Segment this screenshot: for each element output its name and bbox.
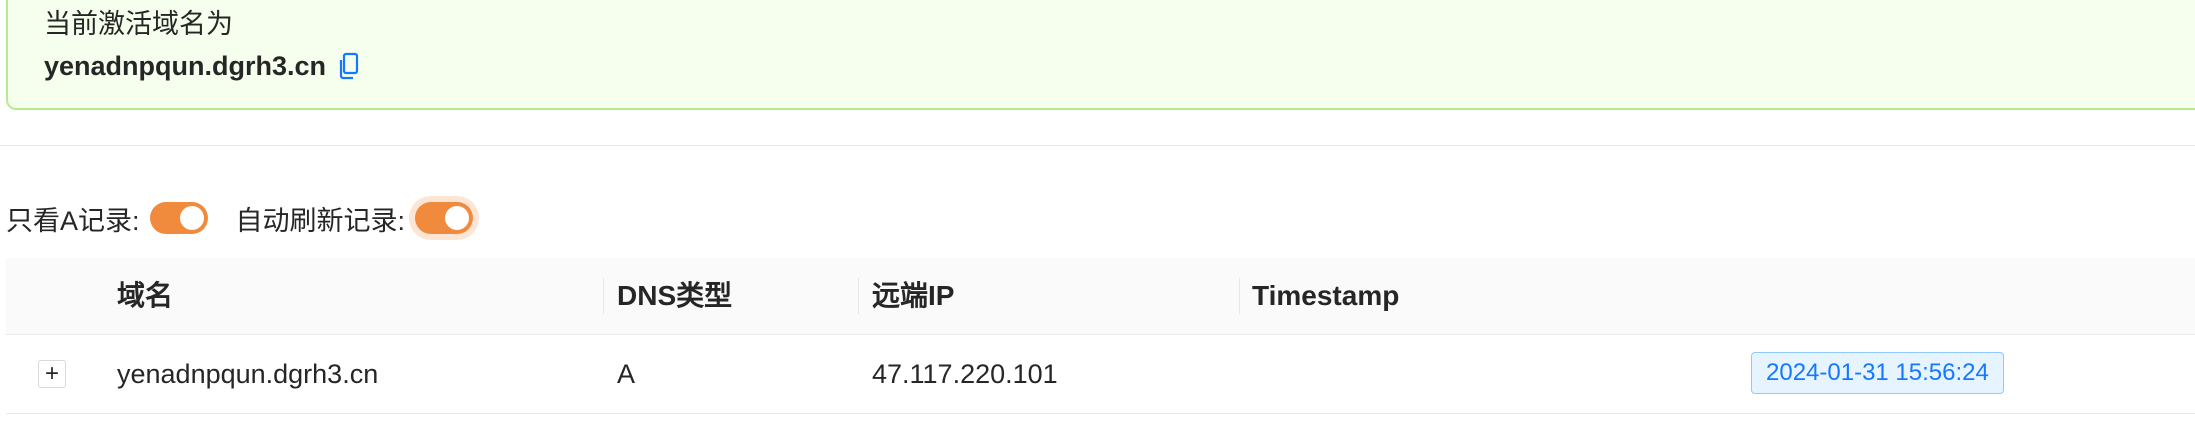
switch-knob xyxy=(445,206,470,230)
dns-records-table: 域名 DNS类型 远端IP Timestamp + yenadnpqun.dgr… xyxy=(6,258,2195,414)
auto-refresh-switch[interactable] xyxy=(415,202,474,234)
cell-domain: yenadnpqun.dgrh3.cn xyxy=(117,359,379,389)
only-a-records-label: 只看A记录: xyxy=(6,205,140,236)
active-domain-row: yenadnpqun.dgrh3.cn xyxy=(44,48,360,84)
switch-knob xyxy=(179,206,204,230)
table-header: 域名 DNS类型 远端IP Timestamp xyxy=(6,258,2195,335)
active-domain-alert: 当前激活域名为 yenadnpqun.dgrh3.cn xyxy=(6,0,2195,110)
section-divider xyxy=(0,145,2195,146)
column-header-timestamp: Timestamp xyxy=(1252,280,1400,311)
cell-remote-ip: 47.117.220.101 xyxy=(872,359,1058,389)
auto-refresh-label: 自动刷新记录: xyxy=(235,205,406,236)
copy-icon[interactable] xyxy=(338,52,360,80)
alert-title: 当前激活域名为 xyxy=(44,9,233,39)
column-header-dns-type: DNS类型 xyxy=(617,280,733,311)
filter-bar: 只看A记录: 自动刷新记录: xyxy=(6,198,501,238)
column-header-domain: 域名 xyxy=(117,280,174,311)
column-divider xyxy=(603,278,604,314)
only-a-records-switch[interactable] xyxy=(149,202,208,234)
table-row: + yenadnpqun.dgrh3.cn A 47.117.220.101 2… xyxy=(6,335,2195,414)
timestamp-tag: 2024-01-31 15:56:24 xyxy=(1751,352,2004,394)
active-domain-text: yenadnpqun.dgrh3.cn xyxy=(44,50,327,81)
row-expand-button[interactable]: + xyxy=(38,360,66,388)
cell-dns-type: A xyxy=(617,359,636,389)
column-divider xyxy=(1239,278,1240,314)
column-divider xyxy=(858,278,859,314)
column-header-remote-ip: 远端IP xyxy=(872,280,955,311)
